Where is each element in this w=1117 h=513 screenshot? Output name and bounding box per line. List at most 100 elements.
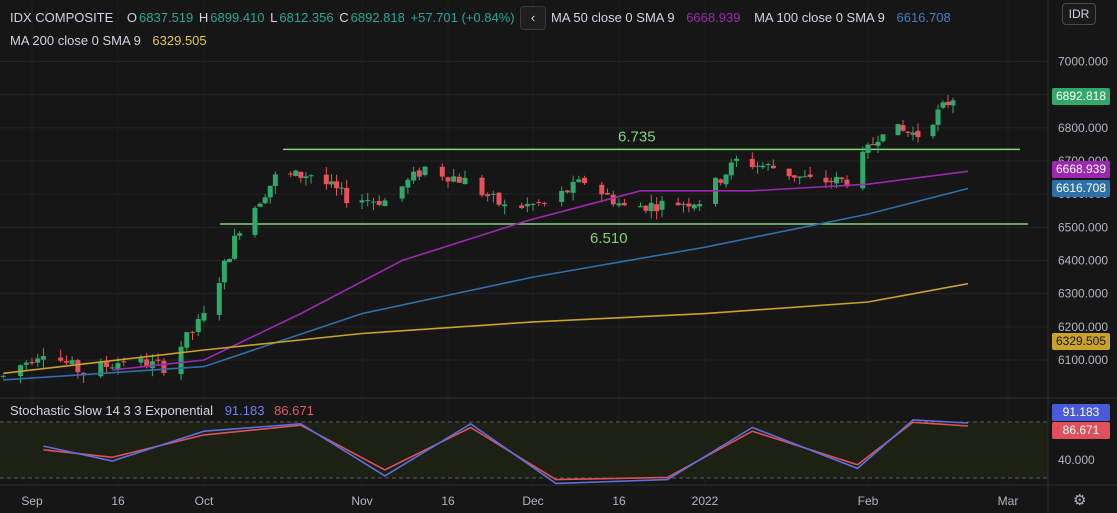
candle-down[interactable] <box>610 194 616 205</box>
candle-down[interactable] <box>823 177 829 183</box>
candle-up[interactable] <box>272 174 278 186</box>
candle-down[interactable] <box>905 131 911 133</box>
candle-up[interactable] <box>293 170 299 176</box>
candle-up[interactable] <box>524 203 530 207</box>
candle-up[interactable] <box>875 141 881 146</box>
candle-up[interactable] <box>697 204 703 207</box>
candle-down[interactable] <box>582 177 588 183</box>
candle-down[interactable] <box>541 202 547 204</box>
candle-down[interactable] <box>807 174 813 177</box>
candle-up[interactable] <box>35 358 41 363</box>
candle-up[interactable] <box>765 164 771 166</box>
ma100-label[interactable]: MA 100 close 0 SMA 9 <box>754 10 885 25</box>
candle-up[interactable] <box>40 356 46 360</box>
candle-up[interactable] <box>221 260 227 283</box>
candle-up[interactable] <box>405 179 411 188</box>
candle-down[interactable] <box>104 362 110 367</box>
candle-up[interactable] <box>23 362 29 365</box>
currency-button[interactable]: IDR <box>1062 3 1096 25</box>
candle-down[interactable] <box>485 194 491 197</box>
candle-down[interactable] <box>718 179 724 183</box>
candle-up[interactable] <box>69 360 75 364</box>
candle-up[interactable] <box>940 102 946 108</box>
symbol-name[interactable]: IDX COMPOSITE <box>10 10 113 25</box>
candle-up[interactable] <box>728 162 734 176</box>
candle-up[interactable] <box>760 165 766 168</box>
candle-up[interactable] <box>860 151 866 189</box>
candle-up[interactable] <box>691 204 697 209</box>
candle-up[interactable] <box>935 109 941 125</box>
candle-down[interactable] <box>323 174 329 185</box>
candle-up[interactable] <box>232 235 238 259</box>
candle-down[interactable] <box>161 360 167 373</box>
candle-down[interactable] <box>828 180 834 183</box>
candle-down[interactable] <box>749 158 755 168</box>
candle-down[interactable] <box>945 101 951 106</box>
candle-down[interactable] <box>599 184 605 195</box>
candle-down[interactable] <box>190 331 196 333</box>
candle-up[interactable] <box>267 185 273 198</box>
candle-up[interactable] <box>382 200 388 207</box>
candle-up[interactable] <box>880 134 886 142</box>
candle-up[interactable] <box>308 175 314 177</box>
candle-down[interactable] <box>791 175 797 178</box>
candle-down[interactable] <box>870 144 876 146</box>
candle-up[interactable] <box>895 124 901 136</box>
candle-up[interactable] <box>359 200 365 203</box>
candle-up[interactable] <box>303 176 309 179</box>
candle-up[interactable] <box>833 176 839 184</box>
candle-up[interactable] <box>502 204 508 207</box>
candle-down[interactable] <box>770 165 776 169</box>
candle-up[interactable] <box>910 132 916 135</box>
candle-up[interactable] <box>638 206 643 208</box>
candle-down[interactable] <box>58 357 64 361</box>
candle-up[interactable] <box>755 165 761 167</box>
candle-down[interactable] <box>334 181 340 189</box>
collapse-legend-button[interactable]: ‹ <box>520 6 546 30</box>
candle-down[interactable] <box>915 130 921 138</box>
candle-up[interactable] <box>530 203 536 205</box>
candle-up[interactable] <box>422 166 428 176</box>
candle-down[interactable] <box>155 359 161 361</box>
candle-down[interactable] <box>121 361 127 363</box>
candle-up[interactable] <box>370 201 376 203</box>
candle-up[interactable] <box>681 203 686 205</box>
candle-up[interactable] <box>865 144 871 153</box>
candle-down[interactable] <box>75 360 81 373</box>
candle-up[interactable] <box>399 186 405 199</box>
candle-up[interactable] <box>257 203 263 207</box>
candle-up[interactable] <box>339 187 345 189</box>
settings-gear-icon[interactable]: ⚙ <box>1073 491 1086 509</box>
ma50-label[interactable]: MA 50 close 0 SMA 9 <box>551 10 675 25</box>
candle-down[interactable] <box>654 204 660 212</box>
candle-down[interactable] <box>519 205 525 208</box>
candle-down[interactable] <box>900 125 906 131</box>
candle-up[interactable] <box>115 363 121 370</box>
candle-up[interactable] <box>797 176 803 178</box>
stoch-label[interactable]: Stochastic Slow 14 3 3 Exponential <box>10 403 213 418</box>
candle-up[interactable] <box>451 176 457 182</box>
candle-up[interactable] <box>734 158 740 161</box>
candle-up[interactable] <box>226 259 232 263</box>
candle-up[interactable] <box>328 181 334 185</box>
candle-up[interactable] <box>659 200 665 210</box>
candle-up[interactable] <box>201 312 207 321</box>
candle-down[interactable] <box>605 192 611 195</box>
candle-down[interactable] <box>416 170 422 177</box>
candle-up[interactable] <box>802 176 808 178</box>
candle-up[interactable] <box>262 197 268 204</box>
candle-down[interactable] <box>786 168 792 177</box>
candle-down[interactable] <box>298 171 304 178</box>
candle-up[interactable] <box>138 358 144 363</box>
candle-up[interactable] <box>109 367 115 369</box>
candle-down[interactable] <box>456 176 462 183</box>
candle-down[interactable] <box>344 187 350 204</box>
candle-down[interactable] <box>496 192 502 205</box>
candle-up[interactable] <box>616 203 622 206</box>
candle-down[interactable] <box>675 202 681 206</box>
candle-up[interactable] <box>365 200 371 202</box>
candle-down[interactable] <box>445 177 451 182</box>
chart-canvas[interactable]: 6100.000 6200.000 6300.000 6400.000 6500.000… <box>0 0 1117 513</box>
candle-up[interactable] <box>252 207 258 235</box>
candle-up[interactable] <box>950 100 956 106</box>
